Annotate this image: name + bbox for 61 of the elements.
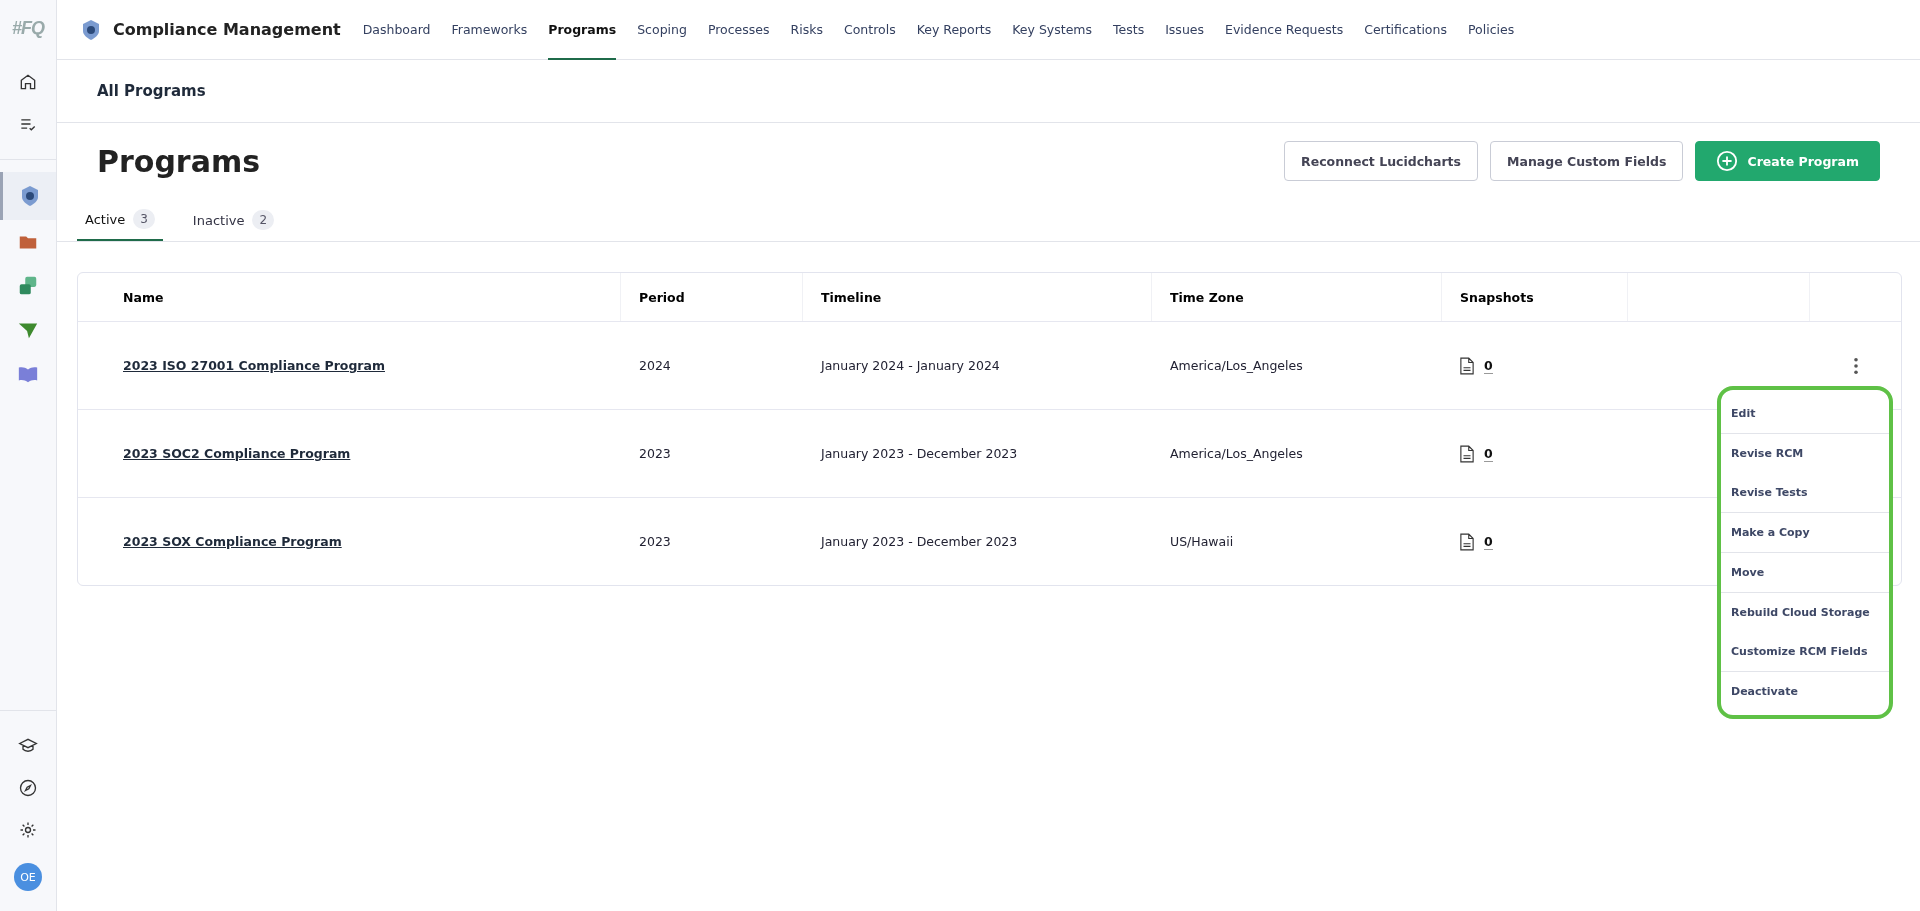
table-cell: January 2023 - December 2023 [821, 534, 1018, 549]
nav-tab[interactable]: Controls [843, 0, 896, 60]
nav-tab[interactable]: Dashboard [362, 0, 431, 60]
menu-item[interactable]: Revise RCM [1721, 434, 1889, 473]
snapshot-count[interactable]: 0 [1484, 357, 1493, 374]
document-icon [1460, 356, 1474, 375]
menu-item[interactable]: Deactivate [1721, 672, 1889, 711]
app-logo: #FQ [12, 18, 44, 39]
column-header: Period [621, 273, 803, 321]
page-title: Programs [97, 143, 261, 179]
nav-tab[interactable]: Tests [1113, 0, 1145, 60]
kebab-menu-icon[interactable] [1852, 356, 1859, 375]
table-cell: 2023 [639, 446, 671, 461]
action-button[interactable]: Manage Custom Fields [1490, 141, 1684, 181]
tab-label: Active [85, 211, 126, 227]
compass-icon[interactable] [18, 778, 38, 798]
table-cell: US/Hawaii [1170, 534, 1234, 549]
snapshot-count[interactable]: 0 [1484, 533, 1493, 550]
column-header: Name [78, 273, 621, 321]
menu-item[interactable]: Make a Copy [1721, 513, 1889, 552]
nav-tab[interactable]: Key Reports [916, 0, 992, 60]
nav-tab[interactable]: Certifications [1364, 0, 1447, 60]
status-tab[interactable]: Active 3 [77, 209, 163, 241]
nav-tab[interactable]: Programs [548, 0, 617, 60]
home-icon[interactable] [18, 72, 38, 92]
app-title: Compliance Management [113, 20, 341, 39]
status-tab[interactable]: Inactive 2 [184, 209, 283, 241]
nav-tab[interactable]: Frameworks [451, 0, 528, 60]
count-badge: 3 [133, 209, 155, 229]
menu-item[interactable]: Rebuild Cloud Storage [1721, 593, 1889, 632]
menu-item[interactable]: Edit [1721, 394, 1889, 433]
breadcrumb[interactable]: All Programs [97, 82, 206, 100]
table-cell: January 2024 - January 2024 [821, 358, 1000, 373]
nav-tab[interactable]: Key Systems [1012, 0, 1093, 60]
menu-item[interactable]: Revise Tests [1721, 473, 1889, 512]
table-cell: 2024 [639, 358, 671, 373]
plus-circle-icon [1716, 150, 1739, 172]
table-cell: January 2023 - December 2023 [821, 446, 1018, 461]
column-header: Timeline [803, 273, 1152, 321]
nav-tab[interactable]: Evidence Requests [1225, 0, 1344, 60]
program-link[interactable]: 2023 ISO 27001 Compliance Program [123, 358, 385, 373]
document-icon [1460, 532, 1474, 551]
document-icon [1460, 444, 1474, 463]
nav-tab[interactable]: Risks [790, 0, 823, 60]
action-button[interactable]: Reconnect Lucidcharts [1284, 141, 1479, 181]
table-cell: America/Los_Angeles [1170, 358, 1303, 373]
table-cell: America/Los_Angeles [1170, 446, 1303, 461]
snapshot-count[interactable]: 0 [1484, 445, 1493, 462]
table-cell: 2023 [639, 534, 671, 549]
nav-tab[interactable]: Issues [1165, 0, 1204, 60]
nav-tab[interactable]: Processes [707, 0, 770, 60]
tab-label: Inactive [192, 212, 245, 228]
nav-tab[interactable]: Scoping [637, 0, 687, 60]
count-badge: 2 [252, 210, 275, 230]
menu-item[interactable]: Customize RCM Fields [1721, 632, 1889, 671]
nav-tab[interactable]: Policies [1467, 0, 1515, 60]
menu-item[interactable]: Move [1721, 553, 1889, 592]
column-header: Snapshots [1442, 273, 1628, 321]
program-link[interactable]: 2023 SOX Compliance Program [123, 534, 342, 549]
program-link[interactable]: 2023 SOC2 Compliance Program [123, 446, 351, 461]
column-header: Time Zone [1152, 273, 1442, 321]
